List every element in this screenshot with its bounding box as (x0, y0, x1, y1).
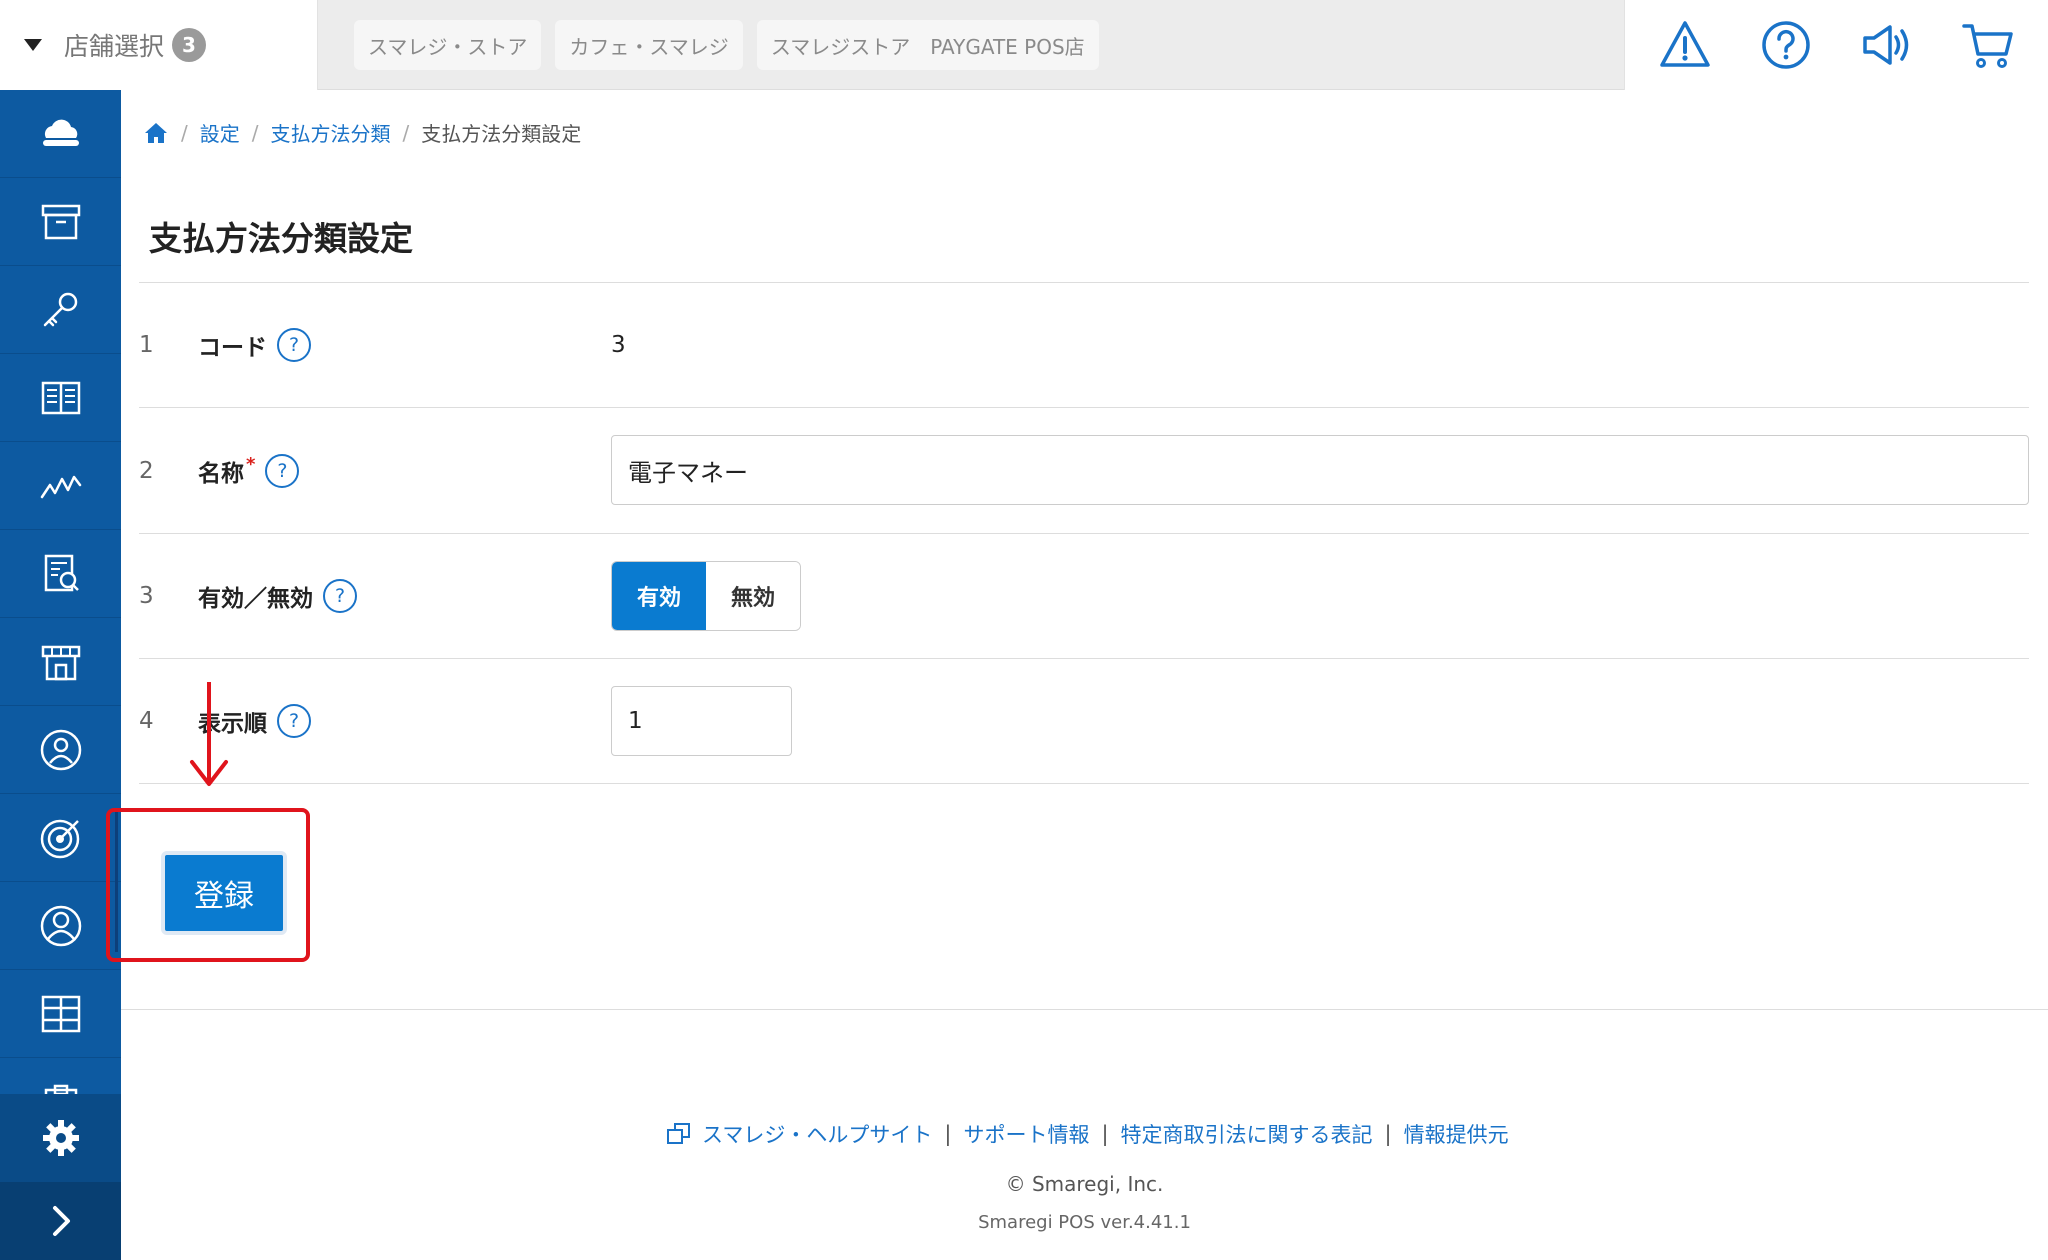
sidebar-item-report[interactable] (0, 530, 121, 618)
sidebar-item-book[interactable] (0, 354, 121, 442)
sidebar-item-cloud[interactable] (0, 90, 121, 178)
form-row-status: 3 有効／無効 ? 有効 無効 (139, 534, 2029, 659)
sidebar-item-clipboard[interactable] (0, 1058, 121, 1098)
help-icon[interactable]: ? (277, 328, 311, 362)
annotation-highlight-box (106, 808, 310, 962)
breadcrumb-current: 支払方法分類設定 (421, 122, 582, 146)
toggle-option-disabled[interactable]: 無効 (706, 562, 800, 630)
breadcrumb-link-payment-category[interactable]: 支払方法分類 (271, 118, 391, 147)
sidebar-bottom (0, 1094, 121, 1260)
help-icon[interactable]: ? (323, 579, 357, 613)
field-label-text: 有効／無効 (198, 586, 313, 612)
sidebar-item-store[interactable] (0, 618, 121, 706)
breadcrumb-separator: / (402, 120, 410, 145)
gear-icon (42, 1120, 79, 1156)
page-title: 支払方法分類設定 (149, 219, 413, 258)
store-tab[interactable]: スマレジストア PAYGATE POS店 (756, 20, 1099, 70)
cart-icon[interactable] (1958, 15, 2018, 75)
help-icon[interactable]: ? (277, 704, 311, 738)
status-toggle: 有効 無効 (611, 561, 801, 631)
row-number: 2 (139, 457, 154, 484)
footer-link-support[interactable]: サポート情報 (963, 1119, 1089, 1149)
footer-link-help-site[interactable]: スマレジ・ヘルプサイト (702, 1119, 932, 1149)
top-bar: 店舗選択 3 スマレジ・ストア カフェ・スマレジ スマレジストア PAYGATE… (0, 0, 2048, 90)
name-input[interactable]: 電子マネー (611, 435, 2029, 505)
copyright: © Smaregi, Inc. (1005, 1172, 1164, 1196)
required-mark: * (246, 453, 256, 475)
footer-separator: | (944, 1122, 952, 1146)
row-number: 4 (139, 708, 154, 734)
breadcrumb-separator: / (181, 120, 188, 145)
display-order-input[interactable]: 1 (611, 686, 792, 756)
form-row-display-order: 4 表示順 ? 1 (139, 659, 2029, 784)
sidebar-item-customer[interactable] (0, 706, 121, 794)
sidebar-item-sales-chart[interactable] (0, 442, 121, 530)
store-count-badge: 3 (172, 28, 207, 62)
caret-down-icon (24, 39, 42, 51)
sidebar-item-user[interactable] (0, 882, 121, 970)
breadcrumb-link-settings[interactable]: 設定 (200, 118, 240, 147)
field-label-text: 名称 (198, 460, 244, 487)
help-icon[interactable] (1756, 15, 1816, 75)
field-label-text: コード (198, 335, 267, 361)
grid-icon (41, 995, 80, 1032)
field-label-status: 有効／無効 ? (198, 579, 357, 613)
sidebar-item-grid[interactable] (0, 970, 121, 1058)
footer-link-legal[interactable]: 特定商取引法に関する表記 (1121, 1119, 1373, 1149)
store-tab[interactable]: スマレジ・ストア (354, 20, 542, 70)
store-select-dropdown[interactable]: 店舗選択 3 (0, 0, 318, 90)
form-row-name: 2 名称 * ? 電子マネー (139, 408, 2029, 534)
customer-icon (40, 729, 81, 770)
chevron-right-icon (52, 1206, 70, 1236)
warning-icon[interactable] (1655, 15, 1715, 75)
footer-separator: | (1101, 1122, 1109, 1146)
footer-link-info-provider[interactable]: 情報提供元 (1404, 1119, 1509, 1149)
breadcrumb-separator: / (251, 120, 259, 145)
megaphone-icon[interactable] (1857, 15, 1917, 75)
row-number: 1 (139, 332, 154, 358)
main-content: / 設定 / 支払方法分類 / 支払方法分類設定 支払方法分類設定 1 コード … (121, 90, 2048, 1260)
store-tabs: スマレジ・ストア カフェ・スマレジ スマレジストア PAYGATE POS店 (354, 20, 1099, 70)
chart-line-icon (40, 475, 81, 498)
sidebar (0, 90, 121, 1260)
breadcrumb: / 設定 / 支払方法分類 / 支払方法分類設定 (143, 118, 581, 147)
sidebar-settings-button[interactable] (0, 1094, 121, 1182)
report-icon (44, 554, 79, 591)
target-icon (40, 819, 79, 858)
store-select-label: 店舗選択 (64, 32, 165, 61)
footer-separator: | (1384, 1122, 1392, 1146)
content-divider (121, 1009, 2048, 1010)
help-icon[interactable]: ? (265, 453, 300, 488)
cloud-icon (42, 119, 79, 146)
header-icon-group (1624, 0, 2048, 90)
annotation-arrow-down-icon (190, 682, 228, 786)
key-icon (43, 292, 77, 326)
store-icon (41, 645, 80, 680)
version-label: Smaregi POS ver.4.41.1 (978, 1212, 1191, 1233)
toggle-option-enabled[interactable]: 有効 (612, 562, 706, 630)
book-icon (41, 381, 80, 414)
field-label-name: 名称 * ? (198, 453, 300, 488)
sidebar-item-key[interactable] (0, 266, 121, 354)
row-number: 3 (139, 583, 154, 609)
footer-links: スマレジ・ヘルプサイト | サポート情報 | 特定商取引法に関する表記 | 情報… (666, 1119, 1509, 1149)
user-icon (40, 905, 81, 946)
store-tab[interactable]: カフェ・スマレジ (555, 20, 743, 70)
code-value: 3 (611, 332, 626, 358)
sidebar-expand-button[interactable] (0, 1182, 121, 1260)
external-link-icon (666, 1121, 702, 1147)
field-label-code: コード ? (198, 328, 311, 362)
sidebar-item-archive[interactable] (0, 178, 121, 266)
form-row-code: 1 コード ? 3 (139, 283, 2029, 408)
sidebar-item-target[interactable] (0, 794, 121, 882)
home-icon[interactable] (143, 120, 169, 146)
archive-icon (41, 204, 80, 239)
